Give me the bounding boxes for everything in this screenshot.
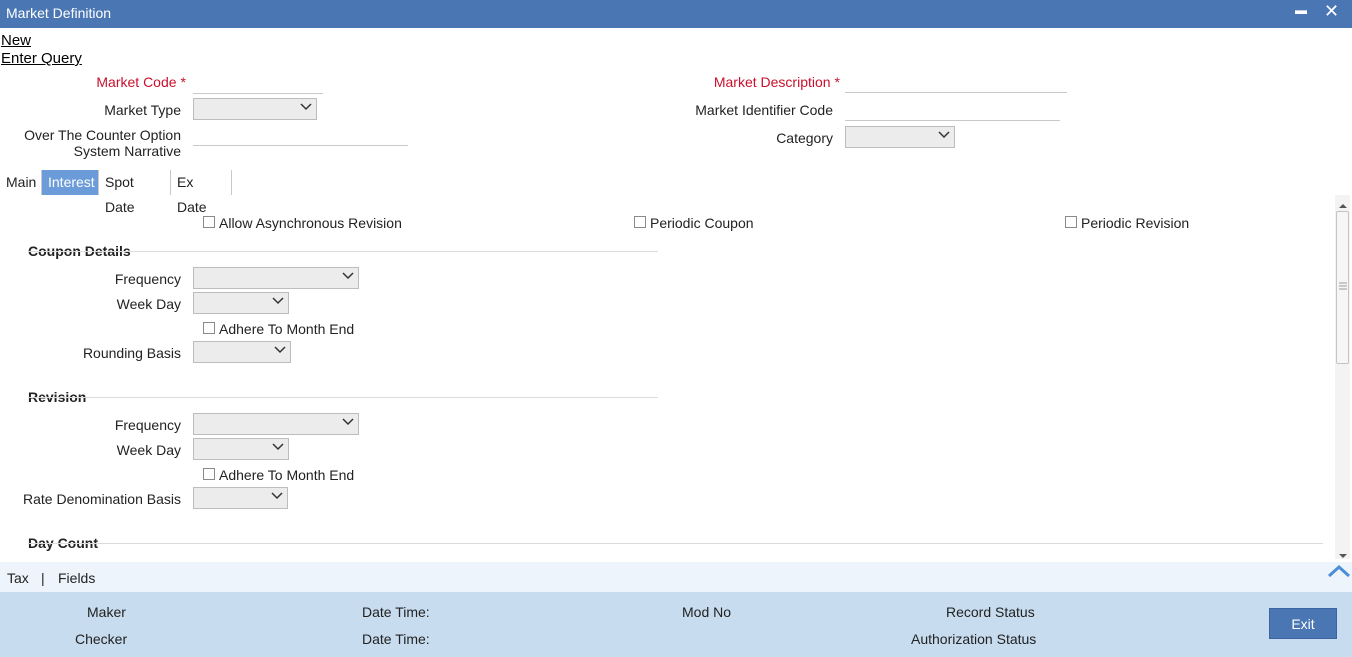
authorization-status-label: Authorization Status (911, 631, 1037, 647)
category-label: Category (776, 130, 833, 146)
title-bar: Market Definition ▬ ✕ (0, 0, 1352, 28)
maker-date-time-label: Date Time: (362, 604, 430, 620)
market-code-label: Market Code * (96, 74, 186, 90)
revision-adhere-month-end-label: Adhere To Month End (219, 467, 355, 483)
market-type-label: Market Type (104, 102, 181, 118)
checker-date-time-label: Date Time: (362, 631, 430, 647)
chevron-down-icon (272, 296, 284, 306)
coupon-adhere-month-end-checkbox[interactable] (203, 322, 215, 334)
scroll-down-icon[interactable] (1338, 547, 1348, 558)
scroll-up-icon[interactable] (1338, 197, 1348, 208)
record-status-label: Record Status (946, 604, 1035, 620)
rate-denomination-basis-select[interactable] (193, 487, 288, 509)
coupon-week-day-select[interactable] (193, 292, 289, 314)
new-link[interactable]: New (1, 32, 31, 49)
chevron-up-icon[interactable] (1327, 563, 1351, 582)
revision-adhere-month-end-checkbox[interactable] (203, 468, 215, 480)
allow-async-revision-checkbox[interactable] (203, 216, 215, 228)
tab-interest[interactable]: Interest (42, 170, 99, 195)
rate-denomination-basis-label: Rate Denomination Basis (23, 491, 181, 507)
section-divider (28, 543, 1323, 544)
chevron-down-icon (300, 102, 312, 112)
mic-label: Market Identifier Code (695, 102, 833, 118)
periodic-revision-checkbox[interactable] (1065, 216, 1077, 228)
coupon-week-day-label: Week Day (116, 296, 181, 312)
mod-no-label: Mod No (682, 604, 732, 620)
window-title: Market Definition (6, 5, 112, 21)
market-description-label: Market Description * (713, 74, 840, 90)
chevron-down-icon (271, 491, 283, 501)
coupon-adhere-month-end-label: Adhere To Month End (219, 321, 355, 337)
rounding-basis-select[interactable] (193, 341, 291, 363)
rounding-basis-label: Rounding Basis (82, 345, 181, 361)
allow-async-revision-label: Allow Asynchronous Revision (219, 215, 402, 231)
checker-label: Checker (75, 631, 128, 647)
audit-footer (0, 592, 1352, 657)
chevron-down-icon (938, 130, 950, 140)
tax-link[interactable]: Tax (7, 570, 29, 586)
close-icon[interactable]: ✕ (1324, 1, 1339, 22)
section-divider (28, 251, 658, 252)
mic-input[interactable] (845, 101, 1060, 121)
enter-query-link[interactable]: Enter Query (1, 50, 82, 67)
periodic-coupon-checkbox[interactable] (634, 216, 646, 228)
section-divider (28, 397, 658, 398)
market-code-input[interactable] (193, 74, 323, 94)
scrollbar-thumb[interactable] (1336, 211, 1349, 364)
revision-frequency-select[interactable] (193, 413, 359, 435)
sub-screen-bar: Tax | Fields (0, 562, 1352, 592)
otc-label-line1: Over The Counter Option (24, 127, 181, 143)
category-select[interactable] (845, 126, 955, 148)
chevron-down-icon (342, 271, 354, 281)
market-type-select[interactable] (193, 98, 317, 120)
chevron-down-icon (342, 417, 354, 427)
maker-label: Maker (87, 604, 126, 620)
otc-label-line2: System Narrative (73, 143, 181, 159)
periodic-revision-label: Periodic Revision (1081, 215, 1190, 231)
fields-link[interactable]: Fields (58, 570, 95, 586)
revision-week-day-label: Week Day (116, 442, 181, 458)
market-description-input[interactable] (845, 73, 1067, 93)
exit-button[interactable]: Exit (1269, 608, 1337, 639)
tab-ex-date[interactable]: Ex Date (171, 170, 232, 215)
tab-main[interactable]: Main (0, 170, 42, 195)
otc-narrative-input[interactable] (193, 126, 408, 146)
otc-label: Over The Counter Option System Narrative (20, 127, 181, 159)
chevron-down-icon (272, 442, 284, 452)
coupon-frequency-select[interactable] (193, 267, 359, 289)
revision-week-day-select[interactable] (193, 438, 289, 460)
tab-spot-date[interactable]: Spot Date (99, 170, 171, 215)
chevron-down-icon (274, 345, 286, 355)
periodic-coupon-label: Periodic Coupon (650, 215, 754, 231)
coupon-frequency-label: Frequency (114, 271, 181, 287)
minimize-icon[interactable]: ▬ (1295, 3, 1307, 17)
revision-frequency-label: Frequency (114, 417, 181, 433)
link-separator: | (41, 570, 45, 586)
